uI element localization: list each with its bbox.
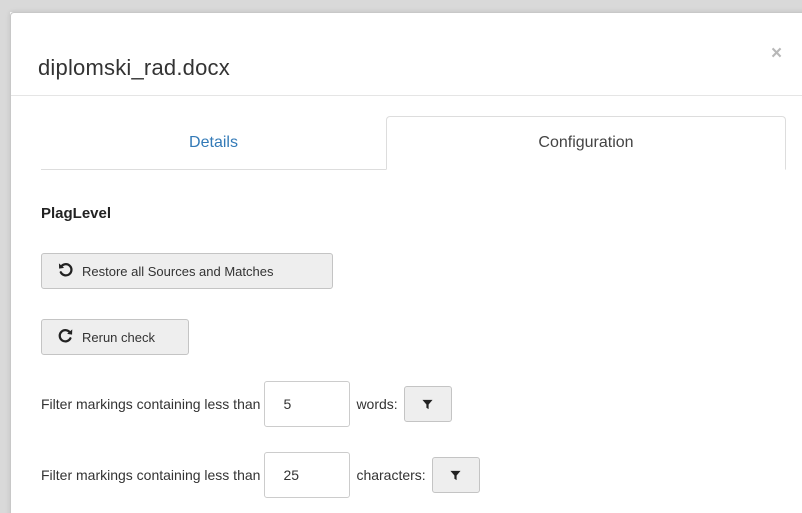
modal-title: diplomski_rad.docx (38, 55, 230, 80)
filter-characters-label: Filter markings containing less than (41, 467, 261, 483)
filter-characters-row: Filter markings containing less than cha… (41, 452, 480, 498)
filter-words-button[interactable] (403, 386, 452, 422)
filter-icon (422, 399, 433, 410)
filter-characters-button[interactable] (431, 457, 480, 493)
characters-unit-label: characters: (356, 467, 426, 483)
close-icon[interactable]: × (771, 43, 782, 65)
modal-backdrop-top (0, 0, 802, 12)
page: diplomski_rad.docx × Details Configurati… (0, 0, 802, 513)
document-modal: diplomski_rad.docx × Details Configurati… (10, 12, 802, 513)
restore-sources-button[interactable]: Restore all Sources and Matches (41, 253, 333, 289)
undo-icon (58, 262, 74, 280)
filter-words-label: Filter markings containing less than (41, 396, 261, 412)
words-unit-label: words: (356, 396, 398, 412)
modal-header: diplomski_rad.docx × (11, 13, 802, 96)
tab-details[interactable]: Details (41, 116, 386, 170)
tab-bar: Details Configuration (41, 116, 786, 170)
restore-sources-label: Restore all Sources and Matches (82, 263, 274, 279)
tab-configuration[interactable]: Configuration (386, 116, 786, 170)
min-words-input[interactable] (264, 381, 351, 427)
rerun-check-button[interactable]: Rerun check (41, 319, 189, 355)
filter-icon (450, 470, 461, 481)
modal-backdrop (0, 0, 10, 513)
section-title: PlagLevel (41, 205, 112, 222)
filter-words-row: Filter markings containing less than wor… (41, 381, 452, 427)
min-characters-input[interactable] (264, 452, 351, 498)
redo-icon (58, 328, 74, 346)
rerun-check-label: Rerun check (82, 329, 155, 345)
